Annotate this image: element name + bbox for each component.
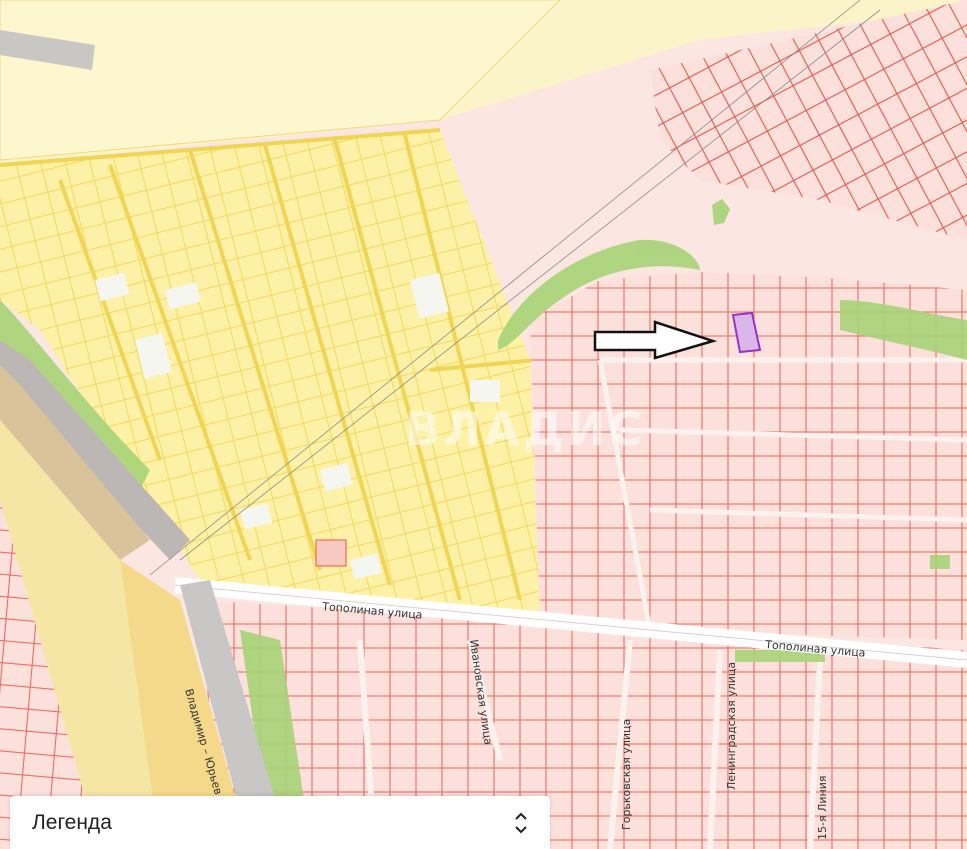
legend-label: Легенда xyxy=(32,810,112,834)
watermark: ВЛАДИС xyxy=(405,402,645,456)
street-label-gorkovskaya: Горьковская улица xyxy=(620,719,633,830)
street-label-leningradskaya: Ленинградская улица xyxy=(725,662,738,790)
legend-button[interactable]: Легенда xyxy=(10,796,550,849)
street-label-15-liniya: 15-я Линия xyxy=(816,776,829,840)
cadastral-map[interactable]: ВЛАДИС Тополиная улица Тополиная улица И… xyxy=(0,0,967,849)
chevron-up-down-icon xyxy=(515,812,527,833)
snt-marked-lot xyxy=(315,539,347,567)
